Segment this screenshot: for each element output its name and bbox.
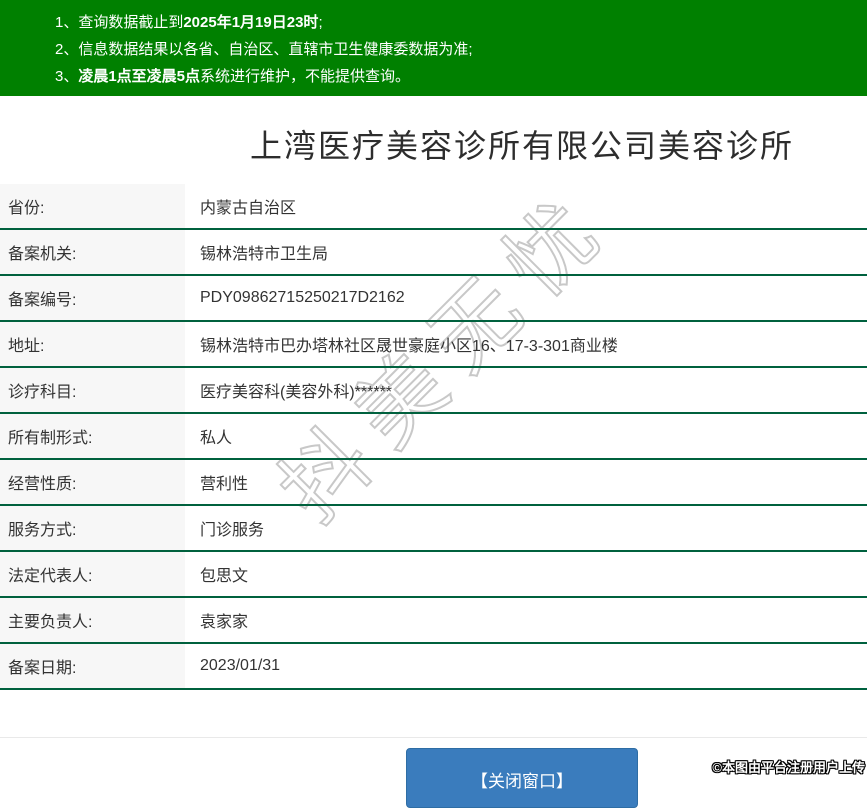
- field-value-medical-subjects: 医疗美容科(美容外科)******: [200, 384, 393, 401]
- notice-banner: 1、查询数据截止到2025年1月19日23时; 2、信息数据结果以各省、自治区、…: [0, 0, 867, 96]
- field-value-business-nature: 营利性: [200, 476, 249, 493]
- field-label-medical-subjects: 诊疗科目:: [0, 368, 185, 412]
- field-value-ownership-form: 私人: [200, 430, 233, 447]
- record-row: 诊疗科目: 医疗美容科(美容外科)******: [0, 368, 867, 414]
- field-label-service-mode: 服务方式:: [0, 506, 185, 550]
- field-label-ownership-form: 所有制形式:: [0, 414, 185, 458]
- field-label-filing-authority: 备案机关:: [0, 230, 185, 274]
- field-label-filing-date: 备案日期:: [0, 644, 185, 688]
- close-window-button[interactable]: 【关闭窗口】: [406, 748, 638, 808]
- content-area: 上湾医疗美容诊所有限公司美容诊所 省份: 内蒙古自治区 备案机关: 锡林浩特市卫…: [0, 96, 867, 808]
- field-value-legal-representative: 包思文: [200, 568, 249, 585]
- notice-line-2: 2、信息数据结果以各省、自治区、直辖市卫生健康委数据为准;: [55, 41, 473, 58]
- record-row: 备案编号: PDY09862715250217D2162: [0, 276, 867, 322]
- notice-line-1: 1、查询数据截止到2025年1月19日23时;: [55, 14, 323, 31]
- record-row: 主要负责人: 袁家家: [0, 598, 867, 644]
- field-value-address: 锡林浩特市巴办塔林社区晟世豪庭小区16、17-3-301商业楼: [200, 338, 618, 355]
- record-row: 省份: 内蒙古自治区: [0, 184, 867, 230]
- record-row: 备案机关: 锡林浩特市卫生局: [0, 230, 867, 276]
- field-label-principal: 主要负责人:: [0, 598, 185, 642]
- footer-area: 【关闭窗口】: [0, 737, 867, 808]
- record-row: 服务方式: 门诊服务: [0, 506, 867, 552]
- field-label-legal-representative: 法定代表人:: [0, 552, 185, 596]
- field-label-filing-number: 备案编号:: [0, 276, 185, 320]
- record-row: 地址: 锡林浩特市巴办塔林社区晟世豪庭小区16、17-3-301商业楼: [0, 322, 867, 368]
- field-label-province: 省份:: [0, 184, 185, 228]
- page-title: 上湾医疗美容诊所有限公司美容诊所: [249, 128, 794, 164]
- record-row: 备案日期: 2023/01/31: [0, 644, 867, 690]
- field-label-address: 地址:: [0, 322, 185, 366]
- field-label-business-nature: 经营性质:: [0, 460, 185, 504]
- record-row: 所有制形式: 私人: [0, 414, 867, 460]
- record-table: 省份: 内蒙古自治区 备案机关: 锡林浩特市卫生局 备案编号: PDY09862…: [0, 184, 867, 690]
- notice-line-3: 3、凌晨1点至凌晨5点系统进行维护，不能提供查询。: [55, 68, 411, 85]
- field-value-principal: 袁家家: [200, 614, 249, 631]
- field-value-filing-date: 2023/01/31: [200, 657, 281, 674]
- record-row: 经营性质: 营利性: [0, 460, 867, 506]
- field-value-province: 内蒙古自治区: [200, 200, 297, 217]
- field-value-filing-number: PDY09862715250217D2162: [200, 289, 405, 306]
- field-value-filing-authority: 锡林浩特市卫生局: [200, 246, 329, 263]
- field-value-service-mode: 门诊服务: [200, 522, 265, 539]
- record-row: 法定代表人: 包思文: [0, 552, 867, 598]
